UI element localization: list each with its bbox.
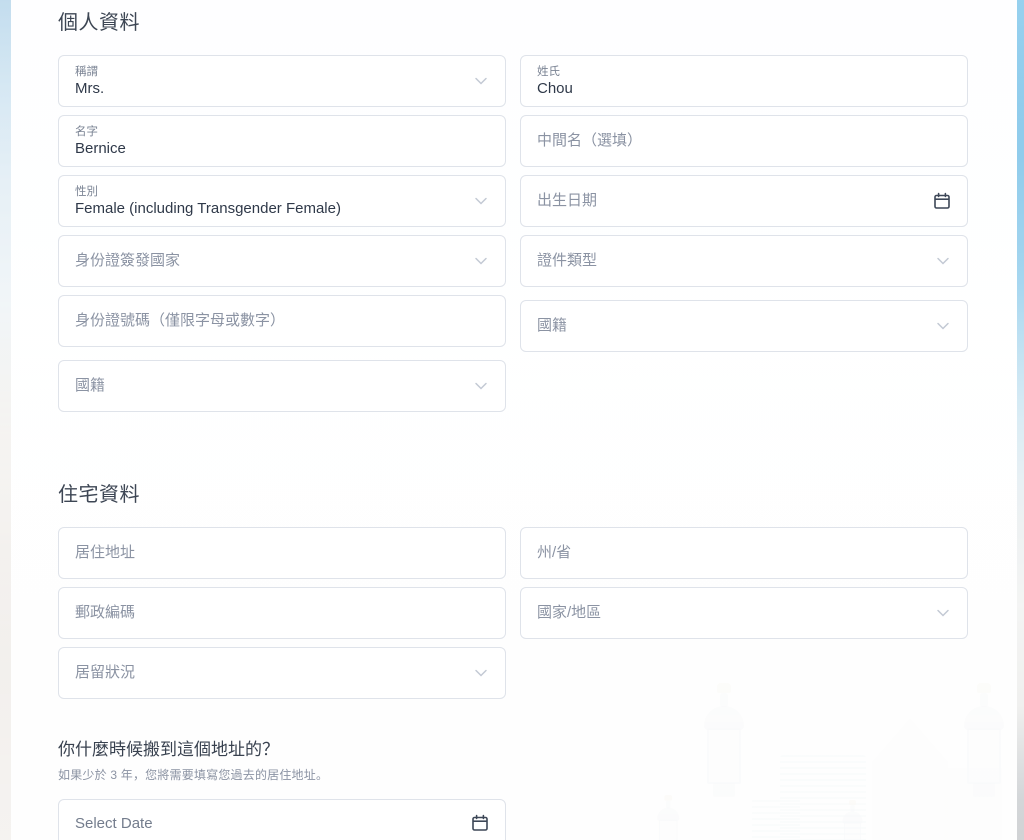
residence-information-section: 住宅資料 居住地址 州/省 郵政編碼 國家/地區 居留狀況 你什麼時候搬到這個地…	[58, 478, 1024, 840]
registration-form: 個人資料 稱謂 Mrs. 姓氏 Chou 名字 Bernice 中間名（選填）	[0, 0, 1024, 840]
residential-address-field-placeholder: 居住地址	[75, 544, 136, 561]
id-issuing-country-field[interactable]: 身份證簽發國家	[58, 235, 506, 287]
state-province-field-placeholder: 州/省	[537, 544, 572, 561]
middle-name-field[interactable]: 中間名（選填）	[520, 115, 968, 167]
move-in-note-text: 如果少於 3 年，您將需要填寫您過去的居住地址。	[58, 768, 329, 782]
calendar-icon[interactable]	[471, 814, 489, 832]
country-region-field[interactable]: 國家/地區	[520, 587, 968, 639]
title-field-label: 稱謂	[75, 65, 98, 78]
middle-name-field-placeholder: 中間名（選填）	[537, 132, 643, 149]
state-province-field[interactable]: 州/省	[520, 527, 968, 579]
grid-spacer	[520, 360, 968, 412]
nationality-right-field-placeholder: 國籍	[537, 317, 568, 334]
id-issuing-country-field-placeholder: 身份證簽發國家	[75, 252, 181, 269]
residence-section-title: 住宅資料	[58, 484, 140, 506]
id-number-field[interactable]: 身份證號碼（僅限字母或數字）	[58, 295, 506, 347]
residential-address-field[interactable]: 居住地址	[58, 527, 506, 579]
nationality-left-field[interactable]: 國籍	[58, 360, 506, 412]
title-field[interactable]: 稱謂 Mrs.	[58, 55, 506, 107]
personal-fields-grid: 稱謂 Mrs. 姓氏 Chou 名字 Bernice 中間名（選填） 性別 Fe…	[58, 55, 1024, 420]
document-type-field-placeholder: 證件類型	[537, 252, 598, 269]
move-in-question-label: 你什麼時候搬到這個地址的？	[58, 740, 279, 759]
gender-field-value: Female (including Transgender Female)	[75, 199, 341, 217]
first-name-field[interactable]: 名字 Bernice	[58, 115, 506, 167]
last-name-field-label: 姓氏	[537, 65, 560, 78]
residency-status-field-placeholder: 居留狀況	[75, 664, 136, 681]
personal-section-title: 個人資料	[58, 12, 140, 34]
last-name-field[interactable]: 姓氏 Chou	[520, 55, 968, 107]
residency-status-field[interactable]: 居留狀況	[58, 647, 506, 699]
last-name-field-value: Chou	[537, 79, 573, 97]
postal-code-field[interactable]: 郵政編碼	[58, 587, 506, 639]
document-type-field[interactable]: 證件類型	[520, 235, 968, 287]
personal-information-section: 個人資料 稱謂 Mrs. 姓氏 Chou 名字 Bernice 中間名（選填）	[58, 0, 1024, 420]
gender-field[interactable]: 性別 Female (including Transgender Female)	[58, 175, 506, 227]
title-field-value: Mrs.	[75, 79, 105, 97]
birth-date-field[interactable]: 出生日期	[520, 175, 968, 227]
country-region-field-placeholder: 國家/地區	[537, 604, 602, 621]
calendar-icon[interactable]	[933, 192, 951, 210]
nationality-left-field-placeholder: 國籍	[75, 377, 106, 394]
first-name-field-label: 名字	[75, 125, 98, 138]
residence-fields-grid: 居住地址 州/省 郵政編碼 國家/地區 居留狀況	[58, 527, 1024, 707]
move-in-date-placeholder: Select Date	[75, 814, 153, 832]
birth-date-field-placeholder: 出生日期	[537, 192, 598, 209]
move-in-date-block: 你什麼時候搬到這個地址的？ 如果少於 3 年，您將需要填寫您過去的居住地址。 S…	[58, 735, 1024, 840]
postal-code-field-placeholder: 郵政編碼	[75, 604, 136, 621]
move-in-date-input[interactable]: Select Date	[58, 799, 506, 840]
gender-field-label: 性別	[75, 185, 98, 198]
nationality-right-field[interactable]: 國籍	[520, 300, 968, 352]
grid-spacer	[520, 647, 968, 699]
id-number-field-placeholder: 身份證號碼（僅限字母或數字）	[75, 312, 286, 329]
first-name-field-value: Bernice	[75, 139, 126, 157]
